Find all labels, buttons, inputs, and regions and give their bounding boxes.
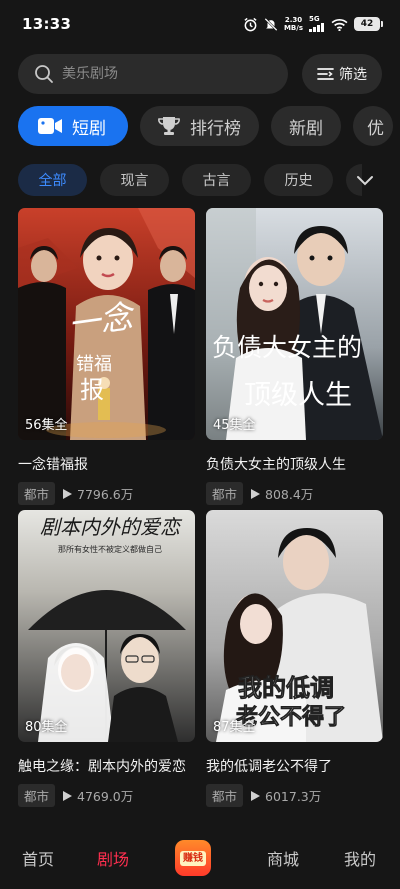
episode-count: 56集全 — [25, 418, 68, 433]
drama-poster[interactable]: 剧本内外的爱恋 那所有女性不被定义都做自己 80集全 — [18, 510, 195, 742]
drama-poster[interactable]: 我的低调 老公不得了 87集全 — [206, 510, 383, 742]
status-icons: 2.30 MB/s 5G 42 — [243, 16, 383, 32]
battery-icon: 42 — [354, 17, 383, 31]
tab-premium[interactable]: 优 — [353, 106, 393, 146]
genre-tag: 都市 — [206, 482, 244, 505]
drama-title[interactable]: 一念错福报 — [18, 454, 195, 474]
filter-button[interactable]: 筛选 — [302, 54, 382, 94]
drama-title[interactable]: 负债大女主的顶级人生 — [206, 454, 383, 474]
net-speed-unit: MB/s — [283, 24, 303, 32]
play-count: 4769.0万 — [63, 786, 133, 805]
poster-title-line: 剧本内外的爱恋 — [40, 515, 183, 539]
play-count: 808.4万 — [251, 484, 313, 503]
episode-count: 87集全 — [213, 720, 256, 735]
tab-label: 短剧 — [72, 118, 106, 139]
drama-card[interactable]: 一念 错福 报 56集全 一念错福报 都市 7796.6万 — [18, 208, 195, 505]
tab-label: 新剧 — [289, 118, 323, 139]
genre-tab-all[interactable]: 全部 — [18, 164, 87, 196]
poster-image: 负债大女主的 顶级人生 — [206, 208, 383, 440]
search-icon — [35, 65, 53, 83]
episode-count: 80集全 — [25, 720, 68, 735]
genre-tab-modern-romance[interactable]: 现言 — [100, 164, 169, 196]
tab-short-drama[interactable]: 短剧 — [18, 106, 128, 146]
nav-theater[interactable]: 剧场 — [97, 846, 129, 870]
genre-tab-history[interactable]: 历史 — [264, 164, 333, 196]
genre-tag: 都市 — [18, 482, 56, 505]
play-icon — [63, 488, 73, 499]
poster-image: 一念 错福 报 — [18, 208, 195, 440]
poster-title-line: 顶级人生 — [244, 380, 352, 411]
search-input[interactable] — [62, 66, 262, 82]
drama-card[interactable]: 负债大女主的 顶级人生 45集全 负债大女主的顶级人生 都市 808.4万 — [206, 208, 383, 505]
genre-tag: 都市 — [18, 784, 56, 807]
play-count: 6017.3万 — [251, 786, 321, 805]
network-speed: 2.30 MB/s — [284, 16, 303, 32]
genre-tag: 都市 — [206, 784, 244, 807]
filter-label: 筛选 — [339, 67, 367, 83]
play-count-value: 4769.0万 — [77, 789, 134, 804]
drama-meta: 都市 7796.6万 — [18, 482, 195, 505]
poster-subtitle-line: 那所有女性不被定义都做自己 — [58, 544, 162, 554]
category-tabs: 短剧 排行榜 新剧 优 — [18, 106, 393, 146]
nav-mine[interactable]: 我的 — [344, 846, 376, 870]
filter-icon — [317, 68, 334, 80]
tab-new-drama[interactable]: 新剧 — [271, 106, 341, 146]
signal-label: 5G — [309, 15, 320, 23]
drama-card[interactable]: 我的低调 老公不得了 87集全 我的低调老公不得了 都市 6017.3万 — [206, 510, 383, 807]
net-speed-value: 2.30 — [284, 16, 303, 24]
play-count: 7796.6万 — [63, 484, 133, 503]
signal-group: 5G — [309, 16, 325, 32]
poster-title-line: 我的低调 — [238, 674, 334, 702]
poster-title-char: 错福 — [76, 354, 112, 375]
poster-image: 剧本内外的爱恋 那所有女性不被定义都做自己 — [18, 510, 195, 742]
play-count-value: 808.4万 — [265, 487, 314, 502]
mute-icon — [264, 17, 278, 31]
drama-title[interactable]: 我的低调老公不得了 — [206, 756, 383, 776]
drama-card[interactable]: 剧本内外的爱恋 那所有女性不被定义都做自己 80集全 触电之缘：剧本内外的爱恋 … — [18, 510, 195, 807]
drama-title[interactable]: 触电之缘：剧本内外的爱恋 — [18, 756, 195, 776]
drama-poster[interactable]: 一念 错福 报 56集全 — [18, 208, 195, 440]
earn-label: 赚钱 — [180, 850, 206, 866]
signal-icon — [309, 23, 324, 32]
play-icon — [251, 488, 261, 499]
search-box[interactable] — [18, 54, 288, 94]
play-count-value: 6017.3万 — [265, 789, 322, 804]
trophy-icon — [158, 117, 180, 135]
alarm-icon — [244, 17, 257, 31]
wifi-icon — [331, 18, 348, 31]
video-camera-icon — [38, 118, 62, 134]
tab-label: 优 — [367, 118, 384, 139]
poster-title-line: 负债大女主的 — [212, 333, 362, 362]
nav-mall[interactable]: 商城 — [267, 846, 299, 870]
chevron-down-icon[interactable] — [354, 170, 376, 190]
drama-meta: 都市 4769.0万 — [18, 784, 195, 807]
genre-tabs: 全部 现言 古言 历史 — [18, 164, 362, 196]
tab-label: 排行榜 — [190, 118, 241, 139]
play-count-value: 7796.6万 — [77, 487, 134, 502]
poster-image: 我的低调 老公不得了 — [206, 510, 383, 742]
status-bar: 13:33 2.30 MB/s 5G 42 — [0, 0, 400, 48]
nav-home[interactable]: 首页 — [22, 846, 54, 870]
drama-meta: 都市 6017.3万 — [206, 784, 383, 807]
drama-poster[interactable]: 负债大女主的 顶级人生 45集全 — [206, 208, 383, 440]
poster-title-char: 报 — [80, 376, 104, 404]
drama-meta: 都市 808.4万 — [206, 482, 383, 505]
search-row: 筛选 — [18, 54, 382, 94]
tab-ranking[interactable]: 排行榜 — [140, 106, 259, 146]
status-time: 13:33 — [22, 15, 72, 33]
genre-tab-ancient-romance[interactable]: 古言 — [182, 164, 251, 196]
nav-earn-button[interactable]: 赚钱 — [175, 840, 211, 876]
episode-count: 45集全 — [213, 418, 256, 433]
bottom-nav: 首页 剧场 赚钱 商城 我的 — [0, 836, 400, 889]
play-icon — [63, 790, 73, 801]
play-icon — [251, 790, 261, 801]
